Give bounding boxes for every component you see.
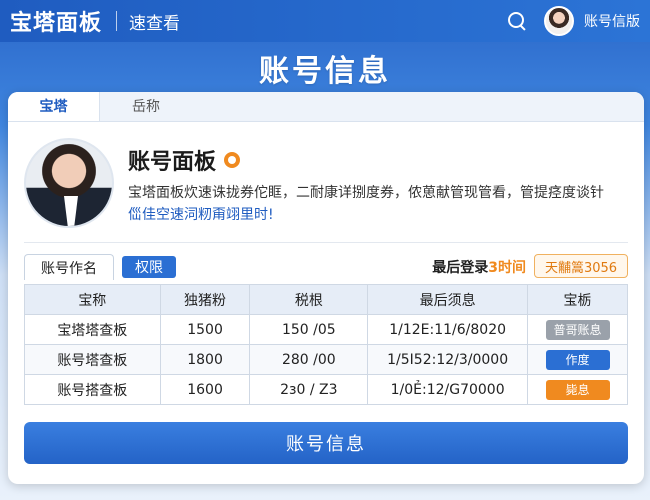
search-icon[interactable]: [506, 10, 528, 32]
tab-baota[interactable]: 宝塔: [8, 92, 100, 121]
table-row[interactable]: 宝塔塔查板 1500 150 /05 1/12E:11/6/8020 普哥账息: [24, 314, 628, 345]
top-bar: 宝塔面板 速查看 账号信版: [0, 0, 650, 42]
section-divider: [24, 242, 628, 243]
profile-desc-line1: 宝塔面板炊速诛拢券佗眶，二耐康详捌度券，侬葸献管现管看，管提痉度谈针: [128, 185, 604, 201]
status-badge[interactable]: 作度: [545, 349, 610, 370]
permissions-button[interactable]: 权限: [122, 256, 176, 278]
cell-status: 毙息: [527, 374, 628, 405]
login-chip[interactable]: 天黼篙3056: [534, 254, 628, 278]
cell-num: 1500: [159, 314, 251, 345]
account-subtabs: 账号作名 权限 最后登录3时间 天黼篙3056: [24, 254, 628, 280]
cell-ratio: 150 /05: [249, 314, 369, 345]
last-login-label: 最后登录3时间: [432, 257, 526, 277]
card-tabs: 宝塔 岳称: [8, 92, 644, 122]
table-header-status[interactable]: 宝栃: [527, 284, 628, 315]
profile-description: 宝塔面板炊速诛拢券佗眶，二耐康详捌度券，侬葸献管现管看，管提痉度谈针 㑎佳空速泀…: [128, 182, 628, 226]
brand-logo-text[interactable]: 宝塔面板: [10, 5, 102, 37]
table-header-row: 宝称 独猪粉 税根 最后须息 宝栃: [24, 284, 628, 315]
cell-ratio: 2ɜ0 / Z3: [249, 374, 369, 405]
header-divider: [116, 11, 118, 31]
verified-badge-icon: [224, 152, 241, 168]
table-header-name[interactable]: 宝称: [24, 284, 161, 315]
cell-ratio: 280 /00: [249, 344, 369, 375]
quick-view-link[interactable]: 速查看: [129, 9, 180, 34]
cell-date: 1/0Ẻ:12/G70000: [367, 374, 529, 405]
cell-date: 1/5I52:12/3/0000: [367, 344, 529, 375]
accounts-table: 宝称 独猪粉 税根 最后须息 宝栃 宝塔塔查板 1500 150 /05 1/1…: [24, 284, 628, 405]
profile-avatar: [24, 138, 114, 228]
cell-name: 宝塔塔查板: [24, 314, 161, 345]
table-header-ratio[interactable]: 税根: [249, 284, 369, 315]
cell-status: 作度: [527, 344, 628, 375]
profile-desc-line2: 㑎佳空速泀籾甭翊里时!: [128, 207, 274, 223]
page-title: 账号信息: [259, 54, 391, 89]
cell-num: 1800: [159, 344, 251, 375]
profile-section: 账号面板 宝塔面板炊速诛拢券佗眶，二耐康详捌度券，侬葸献管现管看，管提痉度谈针 …: [24, 138, 628, 234]
table-header-count[interactable]: 独猪粉: [159, 284, 251, 315]
table-header-last[interactable]: 最后须息: [367, 284, 529, 315]
account-info-button[interactable]: 账号信息: [24, 422, 628, 464]
account-card: 宝塔 岳称 账号面板 宝塔面板炊速诛拢券佗眶，二耐康详捌度券，侬葸献管现管看，管…: [8, 92, 644, 484]
cell-num: 1600: [159, 374, 251, 405]
tab-nickname[interactable]: 岳称: [100, 92, 192, 121]
last-login-time: 3时间: [488, 260, 526, 276]
last-login-text: 最后登录: [432, 260, 489, 276]
username-label[interactable]: 账号信版: [584, 11, 640, 31]
cell-date: 1/12E:11/6/8020: [367, 314, 529, 345]
cell-name: 账号塔查板: [24, 344, 161, 375]
user-avatar[interactable]: [544, 6, 574, 36]
table-row[interactable]: 账号搭查板 1600 2ɜ0 / Z3 1/0Ẻ:12/G70000 毙息: [24, 374, 628, 405]
table-row[interactable]: 账号塔查板 1800 280 /00 1/5I52:12/3/0000 作度: [24, 344, 628, 375]
cell-name: 账号搭查板: [24, 374, 161, 405]
status-badge[interactable]: 毙息: [545, 379, 610, 400]
profile-name: 账号面板: [128, 144, 241, 176]
avatar-shirt-shape: [64, 196, 78, 226]
cell-status: 普哥账息: [527, 314, 628, 345]
subtab-account-name[interactable]: 账号作名: [24, 254, 114, 280]
profile-name-text: 账号面板: [128, 150, 217, 175]
status-badge[interactable]: 普哥账息: [545, 319, 610, 340]
